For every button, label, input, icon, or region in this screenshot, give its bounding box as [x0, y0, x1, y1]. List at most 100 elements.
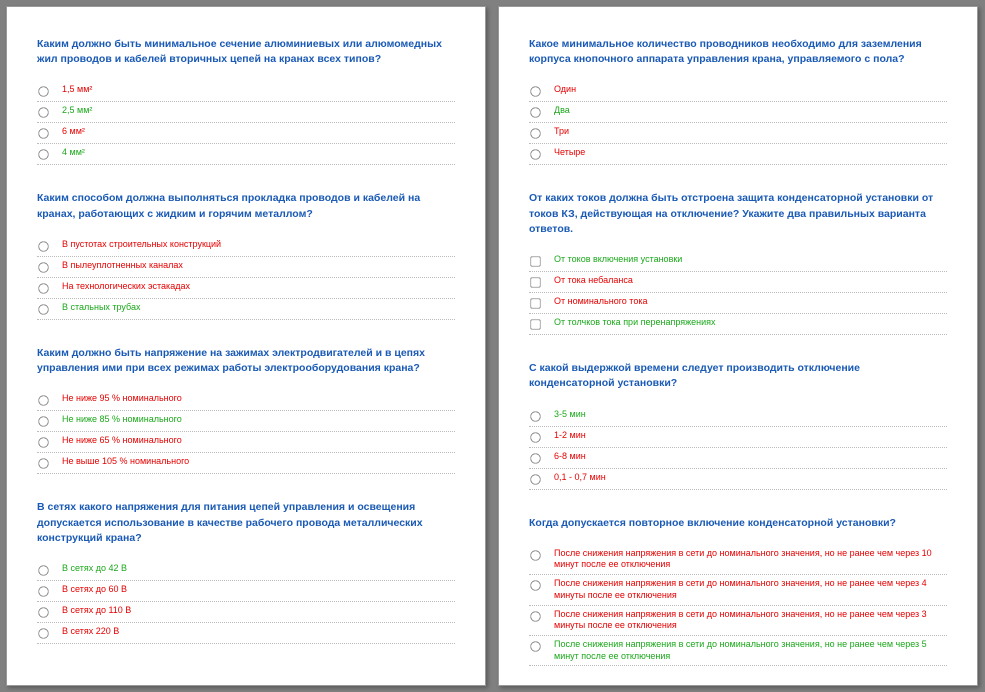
radio-input[interactable] — [530, 474, 540, 484]
option-row: 4 мм² — [37, 144, 455, 165]
page-left: Каким должно быть минимальное сечение ал… — [6, 6, 486, 686]
page-right: Какое минимальное количество проводников… — [498, 6, 978, 686]
question-block: Когда допускается повторное включение ко… — [529, 516, 947, 667]
radio-input[interactable] — [38, 283, 48, 293]
option-row: 6-8 мин — [529, 448, 947, 469]
option-row: 1-2 мин — [529, 427, 947, 448]
option-row: Не ниже 65 % номинального — [37, 432, 455, 453]
option-label: От тока небаланса — [554, 275, 633, 287]
option-label: В сетях 220 В — [62, 626, 119, 638]
radio-input[interactable] — [38, 87, 48, 97]
question-text: Каким должно быть минимальное сечение ал… — [37, 37, 455, 67]
option-row: Два — [529, 102, 947, 123]
option-label: 0,1 - 0,7 мин — [554, 472, 606, 484]
question-block: Каким способом должна выполняться прокла… — [37, 191, 455, 319]
radio-input[interactable] — [38, 129, 48, 139]
option-label: В пустотах строительных конструкций — [62, 239, 221, 251]
option-label: В сетях до 42 В — [62, 563, 127, 575]
question-block: Каким должно быть напряжение на зажимах … — [37, 346, 455, 474]
option-row: В сетях 220 В — [37, 623, 455, 644]
option-label: Не ниже 65 % номинального — [62, 435, 182, 447]
radio-input[interactable] — [38, 459, 48, 469]
option-label: На технологических эстакадах — [62, 281, 190, 293]
option-row: От тока небаланса — [529, 272, 947, 293]
option-label: В сетях до 110 В — [62, 605, 131, 617]
option-label: Три — [554, 126, 569, 138]
option-label: После снижения напряжения в сети до номи… — [554, 639, 947, 662]
question-text: Каким способом должна выполняться прокла… — [37, 191, 455, 221]
option-label: 3-5 мин — [554, 409, 586, 421]
radio-input[interactable] — [530, 108, 540, 118]
option-label: Не ниже 85 % номинального — [62, 414, 182, 426]
option-row: В пылеуплотненных каналах — [37, 257, 455, 278]
question-block: В сетях какого напряжения для питания це… — [37, 500, 455, 644]
radio-input[interactable] — [530, 411, 540, 421]
checkbox-input[interactable] — [530, 277, 540, 287]
option-row: 3-5 мин — [529, 406, 947, 427]
option-row: 2,5 мм² — [37, 102, 455, 123]
radio-input[interactable] — [38, 438, 48, 448]
radio-input[interactable] — [38, 304, 48, 314]
radio-input[interactable] — [38, 241, 48, 251]
question-block: Каким должно быть минимальное сечение ал… — [37, 37, 455, 165]
option-label: В сетях до 60 В — [62, 584, 127, 596]
checkbox-input[interactable] — [530, 319, 540, 329]
option-label: 6 мм² — [62, 126, 85, 138]
option-label: В стальных трубах — [62, 302, 141, 314]
option-row: Один — [529, 81, 947, 102]
option-row: От токов включения установки — [529, 251, 947, 272]
radio-input[interactable] — [38, 607, 48, 617]
option-label: 1-2 мин — [554, 430, 586, 442]
radio-input[interactable] — [38, 628, 48, 638]
radio-input[interactable] — [38, 565, 48, 575]
question-text: Каким должно быть напряжение на зажимах … — [37, 346, 455, 376]
option-row: После снижения напряжения в сети до номи… — [529, 606, 947, 636]
option-row: От номинального тока — [529, 293, 947, 314]
radio-input[interactable] — [38, 150, 48, 160]
option-row: В пустотах строительных конструкций — [37, 236, 455, 257]
option-row: Три — [529, 123, 947, 144]
radio-input[interactable] — [530, 150, 540, 160]
radio-input[interactable] — [530, 580, 540, 590]
option-row: После снижения напряжения в сети до номи… — [529, 545, 947, 575]
option-label: От номинального тока — [554, 296, 647, 308]
option-label: 2,5 мм² — [62, 105, 92, 117]
option-row: 0,1 - 0,7 мин — [529, 469, 947, 490]
radio-input[interactable] — [530, 641, 540, 651]
checkbox-input[interactable] — [530, 256, 540, 266]
option-row: В сетях до 60 В — [37, 581, 455, 602]
option-row: 6 мм² — [37, 123, 455, 144]
option-label: После снижения напряжения в сети до номи… — [554, 578, 947, 601]
option-row: Четыре — [529, 144, 947, 165]
option-row: Не ниже 95 % номинального — [37, 390, 455, 411]
question-text: С какой выдержкой времени следует произв… — [529, 361, 947, 391]
radio-input[interactable] — [38, 586, 48, 596]
option-label: 1,5 мм² — [62, 84, 92, 96]
radio-input[interactable] — [530, 453, 540, 463]
option-label: 6-8 мин — [554, 451, 586, 463]
option-label: 4 мм² — [62, 147, 85, 159]
option-label: От толчков тока при перенапряжениях — [554, 317, 716, 329]
option-row: Не ниже 85 % номинального — [37, 411, 455, 432]
question-text: От каких токов должна быть отстроена защ… — [529, 191, 947, 237]
option-row: В стальных трубах — [37, 299, 455, 320]
radio-input[interactable] — [530, 87, 540, 97]
radio-input[interactable] — [530, 129, 540, 139]
radio-input[interactable] — [38, 417, 48, 427]
option-label: После снижения напряжения в сети до номи… — [554, 609, 947, 632]
radio-input[interactable] — [530, 550, 540, 560]
option-row: 1,5 мм² — [37, 81, 455, 102]
checkbox-input[interactable] — [530, 298, 540, 308]
radio-input[interactable] — [38, 108, 48, 118]
option-row: В сетях до 42 В — [37, 560, 455, 581]
radio-input[interactable] — [530, 432, 540, 442]
radio-input[interactable] — [530, 611, 540, 621]
radio-input[interactable] — [38, 262, 48, 272]
question-text: В сетях какого напряжения для питания це… — [37, 500, 455, 546]
option-label: Не ниже 95 % номинального — [62, 393, 182, 405]
option-label: Четыре — [554, 147, 585, 159]
radio-input[interactable] — [38, 396, 48, 406]
question-block: От каких токов должна быть отстроена защ… — [529, 191, 947, 335]
option-label: От токов включения установки — [554, 254, 682, 266]
option-row: После снижения напряжения в сети до номи… — [529, 575, 947, 605]
